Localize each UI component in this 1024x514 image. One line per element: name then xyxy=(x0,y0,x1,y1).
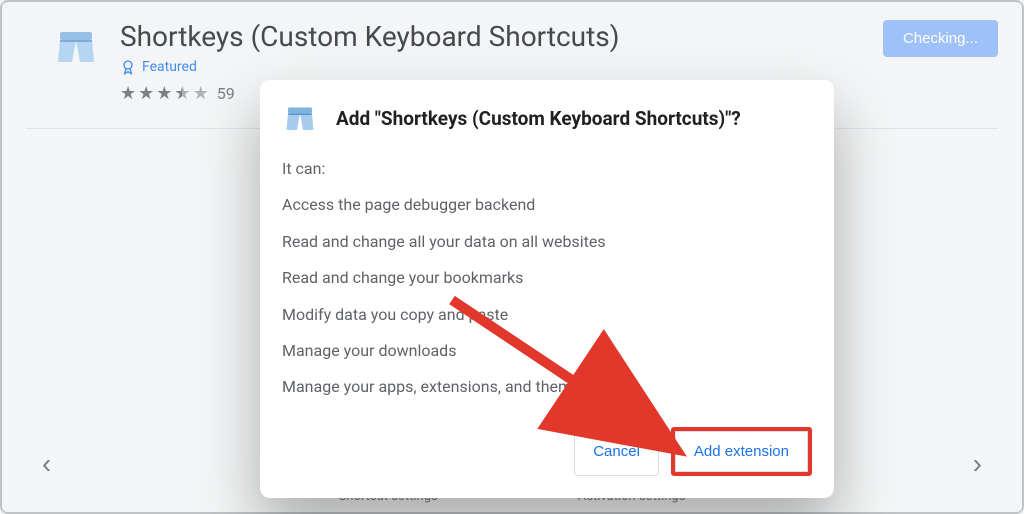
dialog-body: It can: Access the page debugger backend… xyxy=(282,158,812,399)
permission-item: Read and change your bookmarks xyxy=(282,267,812,289)
permission-item: Read and change all your data on all web… xyxy=(282,231,812,253)
dialog-footer: Cancel Add extension xyxy=(282,427,812,476)
permission-item: Manage your apps, extensions, and themes xyxy=(282,376,812,398)
dialog-title: Add "Shortkeys (Custom Keyboard Shortcut… xyxy=(336,107,741,130)
install-permission-dialog: Add "Shortkeys (Custom Keyboard Shortcut… xyxy=(260,80,834,498)
permissions-intro: It can: xyxy=(282,158,812,180)
dialog-header: Add "Shortkeys (Custom Keyboard Shortcut… xyxy=(282,100,812,136)
highlight-annotation: Add extension xyxy=(671,427,812,476)
permission-item: Modify data you copy and paste xyxy=(282,304,812,326)
cancel-button[interactable]: Cancel xyxy=(574,427,659,476)
permission-item: Manage your downloads xyxy=(282,340,812,362)
permission-item: Access the page debugger backend xyxy=(282,194,812,216)
permissions-list: Access the page debugger backend Read an… xyxy=(282,194,812,398)
extension-icon-small xyxy=(282,100,318,136)
add-extension-button[interactable]: Add extension xyxy=(675,431,808,472)
